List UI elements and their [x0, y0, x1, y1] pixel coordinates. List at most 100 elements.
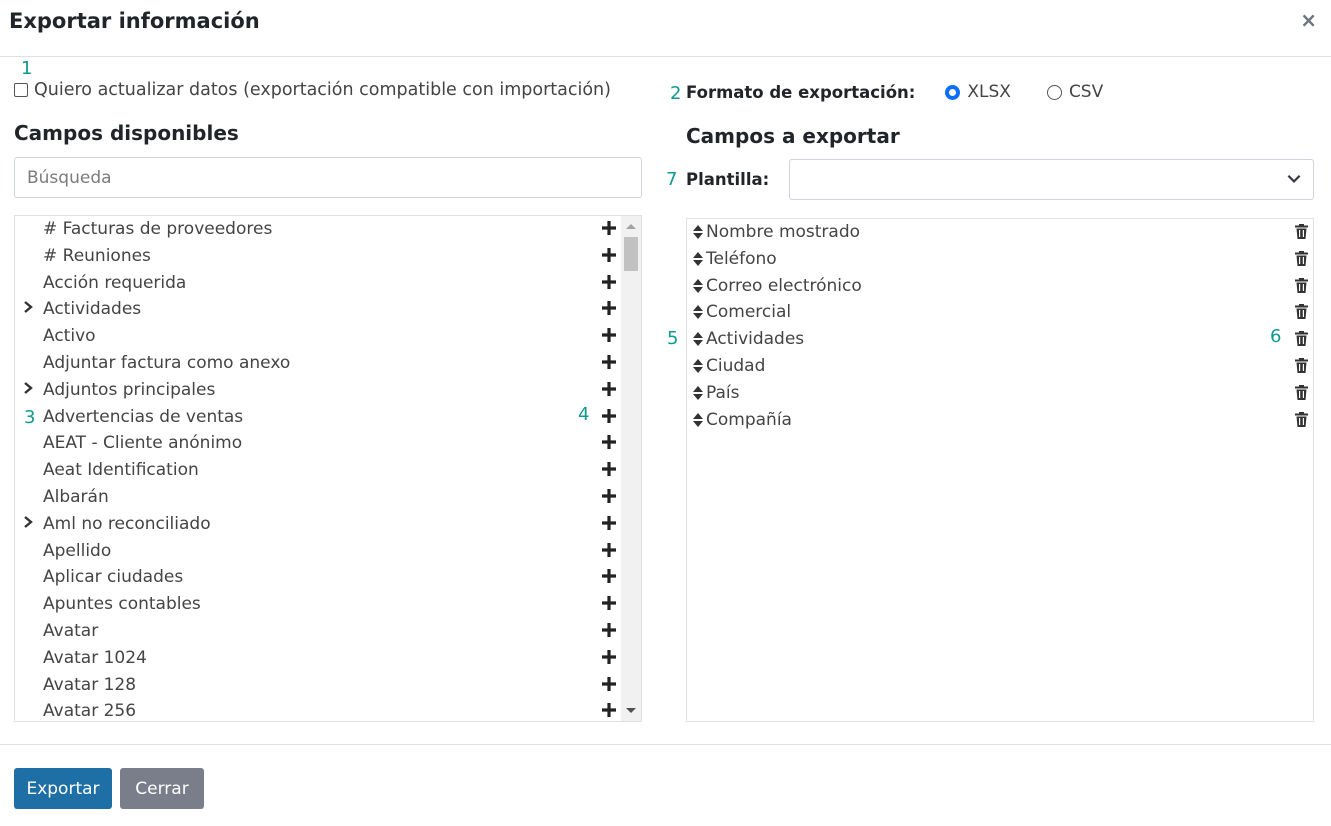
- add-field-icon[interactable]: [601, 220, 617, 236]
- trash-icon[interactable]: [1295, 358, 1308, 373]
- available-field-item[interactable]: Aeat Identification: [15, 459, 621, 485]
- available-field-item[interactable]: Acción requerida: [15, 272, 621, 298]
- available-field-item[interactable]: # Reuniones: [15, 245, 621, 271]
- export-field-label: Comercial: [706, 302, 792, 323]
- add-field-icon[interactable]: [601, 622, 617, 638]
- available-field-item[interactable]: Apuntes contables: [15, 593, 621, 619]
- add-field-icon[interactable]: [601, 354, 617, 370]
- available-field-item[interactable]: Avatar 1024: [15, 647, 621, 673]
- export-field-item[interactable]: Correo electrónico: [687, 275, 1313, 301]
- annotation-1: 1: [21, 58, 33, 79]
- available-field-label: Activo: [43, 326, 96, 347]
- add-field-icon[interactable]: [601, 515, 617, 531]
- scroll-up-arrow[interactable]: [626, 224, 636, 229]
- add-field-icon[interactable]: [601, 542, 617, 558]
- available-field-label: Aeat Identification: [43, 460, 199, 481]
- available-field-label: Avatar: [43, 621, 99, 641]
- available-field-item[interactable]: Apellido: [15, 540, 621, 566]
- sort-handle-icon[interactable]: [692, 304, 704, 320]
- available-field-item[interactable]: Advertencias de ventas: [15, 406, 621, 432]
- available-field-label: Acción requerida: [43, 272, 187, 293]
- available-field-item[interactable]: Aplicar ciudades: [15, 566, 621, 592]
- add-field-icon[interactable]: [601, 327, 617, 343]
- sort-handle-icon[interactable]: [692, 251, 704, 267]
- export-field-item[interactable]: Teléfono: [687, 248, 1313, 274]
- trash-icon[interactable]: [1295, 277, 1308, 293]
- available-field-label: Apuntes contables: [43, 594, 201, 615]
- export-button[interactable]: Exportar: [14, 768, 112, 809]
- available-field-label: # Reuniones: [43, 245, 151, 266]
- available-field-item[interactable]: Albarán: [15, 486, 621, 512]
- available-field-item[interactable]: AEAT - Cliente anónimo: [15, 432, 621, 458]
- update-data-option[interactable]: Quiero actualizar datos (exportación com…: [14, 80, 611, 100]
- export-field-item[interactable]: Ciudad: [687, 355, 1313, 381]
- trash-icon[interactable]: [1295, 331, 1308, 347]
- available-field-label: Aplicar ciudades: [43, 567, 184, 588]
- sort-handle-icon[interactable]: [692, 358, 704, 374]
- available-field-item[interactable]: Avatar 256: [15, 700, 621, 722]
- add-field-icon[interactable]: [601, 461, 617, 477]
- add-field-icon[interactable]: [601, 300, 617, 316]
- available-field-label: AEAT - Cliente anónimo: [43, 433, 243, 454]
- format-xlsx-label: XLSX: [967, 82, 1011, 102]
- add-field-icon[interactable]: [601, 595, 617, 611]
- sort-handle-icon[interactable]: [692, 278, 704, 294]
- close-button[interactable]: Cerrar: [120, 768, 204, 809]
- add-field-icon[interactable]: [601, 488, 617, 504]
- available-field-label: Albarán: [43, 487, 109, 507]
- export-field-item[interactable]: Compañía: [687, 409, 1313, 435]
- add-field-icon[interactable]: [601, 568, 617, 584]
- add-field-icon[interactable]: [601, 676, 617, 692]
- add-field-icon[interactable]: [601, 274, 617, 290]
- chevron-right-icon[interactable]: [21, 300, 35, 314]
- available-field-item[interactable]: Aml no reconciliado: [15, 513, 621, 539]
- format-option-csv[interactable]: CSV: [1046, 82, 1103, 102]
- export-field-item[interactable]: Nombre mostrado: [687, 221, 1313, 247]
- available-field-label: Aml no reconciliado: [43, 513, 211, 534]
- available-field-item[interactable]: Avatar: [15, 620, 621, 646]
- scrollbar[interactable]: [621, 216, 641, 721]
- add-field-icon[interactable]: [601, 702, 617, 718]
- add-field-icon[interactable]: [601, 381, 617, 397]
- search-input[interactable]: Búsqueda: [14, 157, 642, 198]
- add-field-icon[interactable]: [601, 434, 617, 450]
- chevron-right-icon[interactable]: [21, 381, 35, 395]
- trash-icon[interactable]: [1295, 250, 1308, 266]
- sort-handle-icon[interactable]: [692, 412, 704, 428]
- export-field-item[interactable]: Actividades: [687, 328, 1313, 354]
- sort-handle-icon[interactable]: [692, 331, 704, 347]
- sort-handle-icon[interactable]: [692, 224, 704, 240]
- export-field-label: Actividades: [706, 329, 805, 350]
- available-field-label: Avatar 256: [43, 701, 137, 722]
- add-field-icon[interactable]: [601, 408, 617, 424]
- available-field-item[interactable]: Actividades: [15, 298, 621, 324]
- export-field-item[interactable]: Comercial: [687, 301, 1313, 327]
- template-label: Plantilla:: [686, 170, 770, 189]
- trash-icon[interactable]: [1295, 224, 1308, 239]
- add-field-icon[interactable]: [601, 649, 617, 665]
- update-data-checkbox[interactable]: [14, 83, 28, 97]
- available-field-item[interactable]: Adjuntar factura como anexo: [15, 352, 621, 378]
- trash-icon[interactable]: [1295, 384, 1308, 400]
- dialog-title: Exportar información: [9, 9, 260, 33]
- add-field-icon[interactable]: [601, 247, 617, 263]
- trash-icon[interactable]: [1295, 411, 1308, 427]
- template-select[interactable]: [789, 159, 1314, 200]
- available-field-item[interactable]: Adjuntos principales: [15, 379, 621, 405]
- scroll-down-arrow[interactable]: [626, 708, 636, 713]
- chevron-right-icon[interactable]: [21, 515, 35, 529]
- available-field-item[interactable]: Avatar 128: [15, 674, 621, 700]
- format-option-xlsx[interactable]: XLSX: [945, 82, 1011, 102]
- annotation-5: 5: [667, 328, 679, 349]
- sort-handle-icon[interactable]: [692, 385, 704, 401]
- trash-icon[interactable]: [1295, 304, 1308, 320]
- available-field-item[interactable]: # Facturas de proveedores: [15, 218, 621, 244]
- export-field-label: Compañía: [706, 409, 792, 430]
- scroll-thumb[interactable]: [624, 237, 638, 271]
- radio-xlsx[interactable]: [945, 84, 961, 100]
- export-field-item[interactable]: País: [687, 382, 1313, 408]
- radio-csv[interactable]: [1046, 84, 1062, 100]
- annotation-2: 2: [670, 83, 682, 104]
- close-icon[interactable]: ×: [1300, 8, 1317, 32]
- available-field-item[interactable]: Activo: [15, 325, 621, 351]
